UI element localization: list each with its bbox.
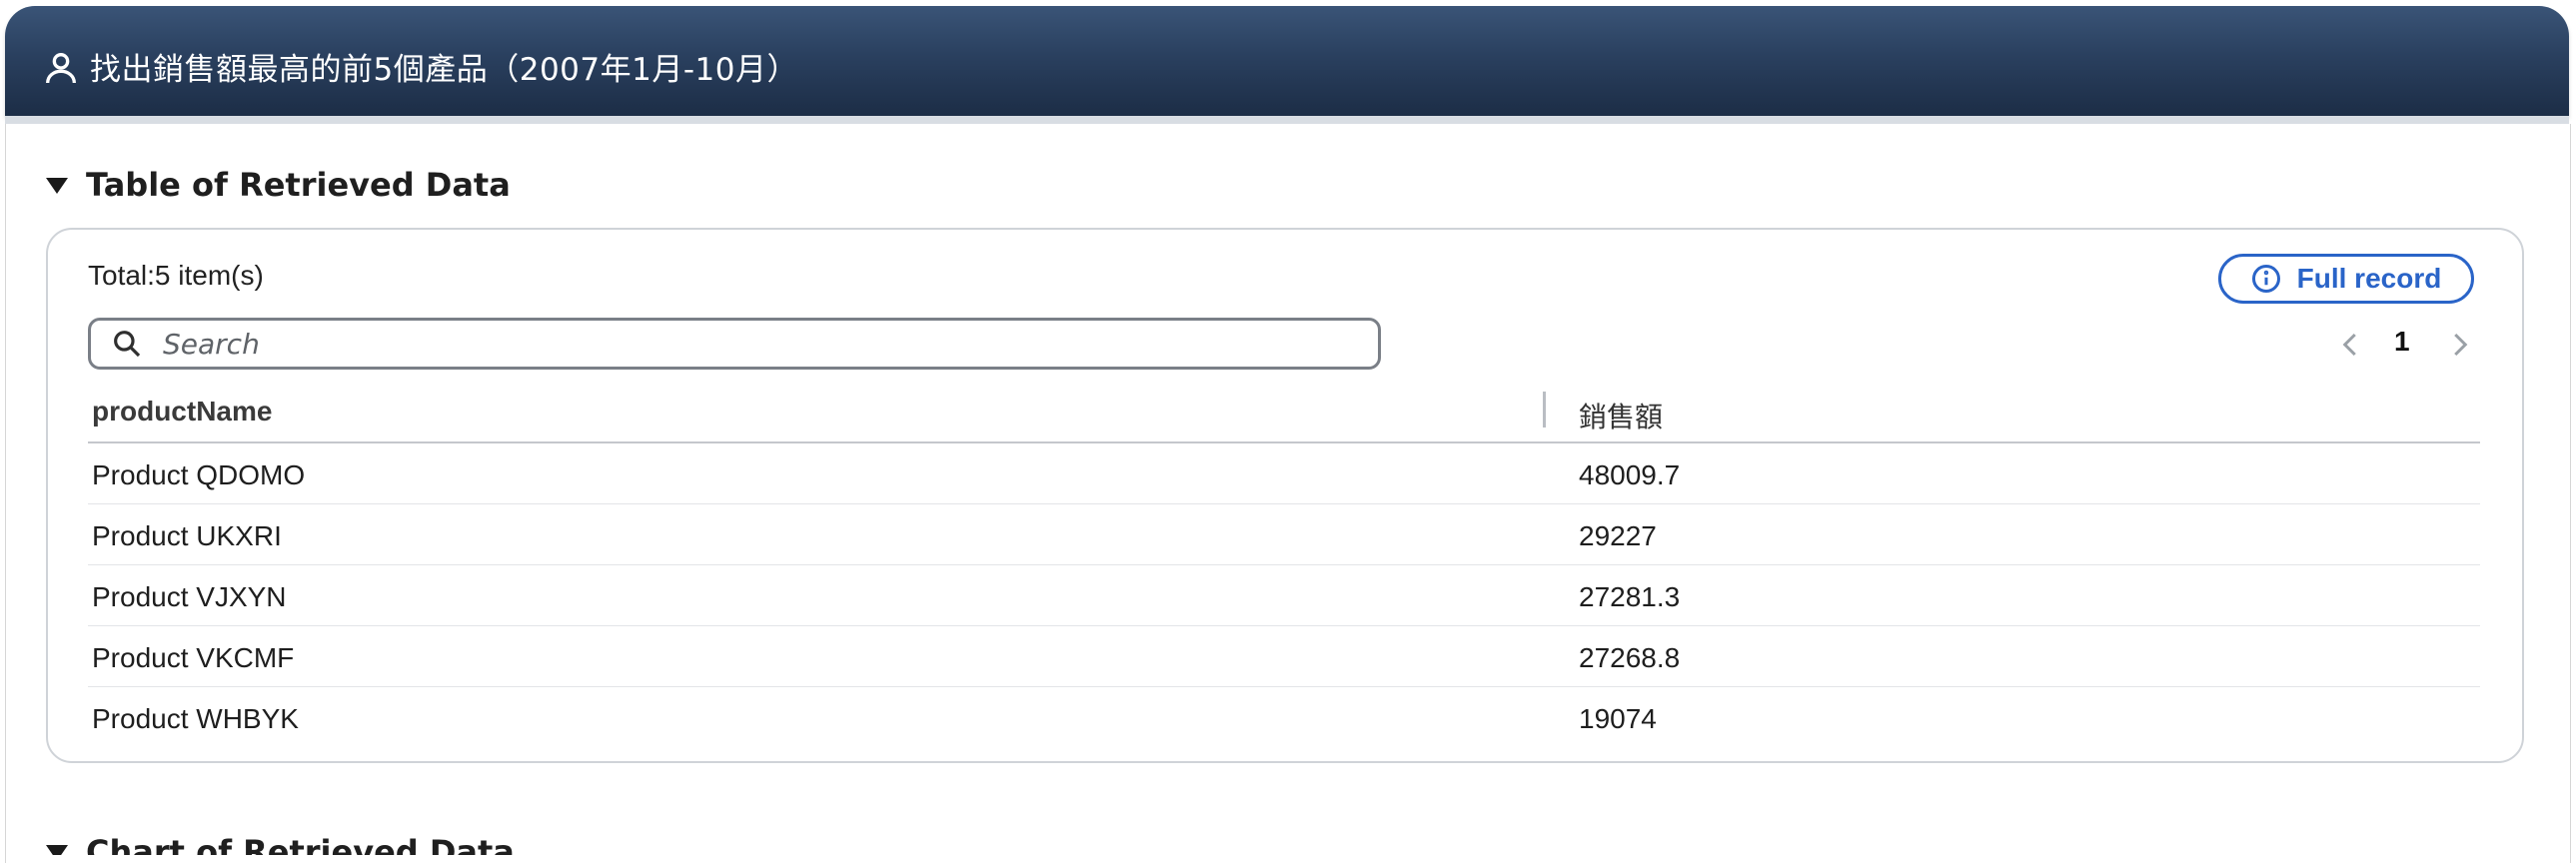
table-body: Product QDOMO 48009.7 Product UKXRI 2922…	[88, 443, 2480, 747]
query-title: 找出銷售額最高的前5個產品（2007年1月-10月）	[90, 52, 798, 88]
table-row: Product UKXRI 29227	[88, 504, 2480, 565]
info-icon	[2251, 265, 2280, 293]
total-count: Total:5 item(s)	[88, 260, 264, 291]
product-name-cell: Product WHBYK	[92, 703, 299, 734]
table-row: Product VKCMF 27268.8	[88, 626, 2480, 687]
full-record-label: Full record	[2296, 263, 2442, 294]
product-name-cell: Product VJXYN	[92, 581, 287, 612]
sales-cell: 27281.3	[1579, 581, 1681, 612]
chart-section-heading: Chart of Retrieved Data	[86, 833, 515, 855]
current-page-number[interactable]: 1	[2394, 326, 2410, 358]
table-row: Product QDOMO 48009.7	[88, 443, 2480, 504]
table-row: Product WHBYK 19074	[88, 687, 2480, 747]
data-table-card: Total:5 item(s) Full record 1 productNam…	[46, 228, 2524, 763]
previous-page-icon[interactable]	[2336, 328, 2366, 362]
next-page-icon[interactable]	[2444, 328, 2474, 362]
table-section-heading: Table of Retrieved Data	[86, 166, 511, 204]
collapse-triangle-icon	[46, 178, 68, 194]
product-name-cell: Product VKCMF	[92, 642, 295, 673]
product-name-cell: Product QDOMO	[92, 459, 306, 490]
sales-cell: 29227	[1579, 520, 1657, 551]
product-name-cell: Product UKXRI	[92, 520, 282, 551]
sales-cell: 48009.7	[1579, 459, 1681, 490]
search-box[interactable]	[88, 318, 1381, 370]
query-header: 找出銷售額最高的前5個產品（2007年1月-10月）	[5, 6, 2569, 116]
header-divider	[5, 116, 2569, 124]
user-icon	[46, 53, 76, 84]
sales-cell: 19074	[1579, 703, 1657, 734]
chart-section-toggle[interactable]: Chart of Retrieved Data	[46, 833, 515, 855]
column-header-sales[interactable]: 銷售額	[1579, 396, 1663, 435]
column-resize-handle[interactable]	[1543, 392, 1546, 428]
table-section-toggle[interactable]: Table of Retrieved Data	[46, 166, 511, 204]
full-record-button[interactable]: Full record	[2218, 254, 2474, 304]
column-header-productname[interactable]: productName	[92, 396, 272, 428]
table-row: Product VJXYN 27281.3	[88, 565, 2480, 626]
chart-section-clip: Chart of Retrieved Data	[0, 819, 2576, 855]
collapse-triangle-icon	[46, 845, 68, 855]
search-input[interactable]	[161, 326, 1344, 362]
table-header: productName 銷售額	[88, 386, 2480, 443]
search-icon	[114, 331, 141, 358]
sales-cell: 27268.8	[1579, 642, 1681, 673]
